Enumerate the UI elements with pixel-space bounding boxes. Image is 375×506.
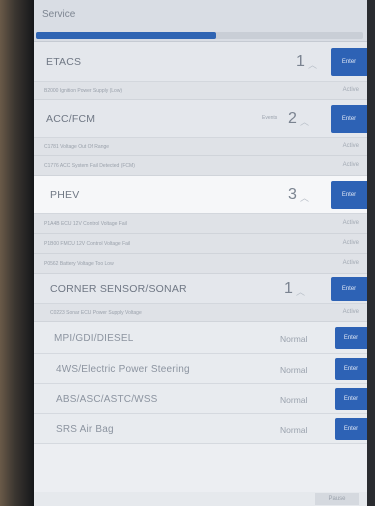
pause-button[interactable]: Pause: [315, 493, 359, 505]
enter-button-mpi[interactable]: Enter: [335, 327, 367, 349]
dtc-text: C1776 ACC System Fail Detected (FCM): [44, 163, 135, 169]
dtc-text: C1781 Voltage Out Of Range: [44, 144, 110, 150]
dtc-text: C0223 Sonar ECU Power Supply Voltage: [50, 310, 142, 316]
group-phev[interactable]: PHEV 3 ︿ Enter: [34, 176, 367, 214]
progress-fill: [36, 32, 216, 39]
system-status: Normal: [280, 395, 308, 405]
system-name: MPI/GDI/DIESEL: [54, 333, 134, 344]
enter-button-phev[interactable]: Enter: [331, 181, 367, 209]
dtc-row: P0562 Battery Voltage Too Low Active: [34, 254, 367, 274]
group-name: PHEV: [50, 189, 80, 201]
group-name: ACC/FCM: [46, 113, 96, 125]
dtc-state: Active: [342, 87, 359, 93]
enter-button-srs[interactable]: Enter: [335, 418, 367, 440]
dtc-state: Active: [342, 220, 359, 226]
group-name: ETACS: [46, 56, 82, 68]
dtc-state: Active: [342, 260, 359, 266]
dtc-count: 1: [296, 53, 305, 70]
dtc-state: Active: [342, 162, 359, 168]
dtc-count: 3: [288, 186, 297, 203]
group-corner-sensor[interactable]: CORNER SENSOR/SONAR 1 ︿ Enter: [34, 274, 367, 304]
dtc-text: B2000 Ignition Power Supply (Low): [44, 88, 123, 94]
chevron-up-icon: ︿: [300, 193, 310, 203]
dtc-text: P1A4B ECU 12V Control Voltage Fail: [44, 221, 127, 227]
system-status: Normal: [280, 365, 308, 375]
device-bezel-right: [367, 0, 375, 506]
footer-bar: Pause: [34, 492, 367, 506]
dtc-state: Active: [342, 143, 359, 149]
dtc-row: P1B00 FMCU 12V Control Voltage Fail Acti…: [34, 234, 367, 254]
dtc-count: 1: [284, 280, 293, 297]
dtc-state: Active: [342, 240, 359, 246]
system-row-abs[interactable]: ABS/ASC/ASTC/WSS Normal Enter: [34, 384, 367, 414]
dtc-text: P1B00 FMCU 12V Control Voltage Fail: [44, 241, 131, 247]
group-name: CORNER SENSOR/SONAR: [50, 283, 187, 295]
enter-button-eps[interactable]: Enter: [335, 358, 367, 380]
system-row-srs[interactable]: SRS Air Bag Normal Enter: [34, 414, 367, 444]
dtc-state: Active: [342, 309, 359, 315]
enter-button-abs[interactable]: Enter: [335, 388, 367, 410]
enter-button-etacs[interactable]: Enter: [331, 48, 367, 76]
group-meta: Events: [262, 115, 278, 121]
chevron-up-icon: ︿: [308, 60, 318, 70]
dtc-count: 2: [288, 110, 297, 127]
page-title: Service: [42, 9, 76, 20]
dtc-text: P0562 Battery Voltage Too Low: [44, 261, 114, 267]
dtc-row: C0223 Sonar ECU Power Supply Voltage Act…: [34, 304, 367, 322]
enter-button-corner-sensor[interactable]: Enter: [331, 277, 367, 301]
group-etacs[interactable]: ETACS 1 ︿ Enter: [34, 42, 367, 82]
system-status: Normal: [280, 425, 308, 435]
system-status: Normal: [280, 334, 308, 344]
system-name: SRS Air Bag: [56, 424, 114, 435]
device-bezel-left: [0, 0, 34, 506]
dtc-row: C1776 ACC System Fail Detected (FCM) Act…: [34, 156, 367, 176]
dtc-row: P1A4B ECU 12V Control Voltage Fail Activ…: [34, 214, 367, 234]
system-row-mpi[interactable]: MPI/GDI/DIESEL Normal Enter: [34, 322, 367, 354]
system-name: ABS/ASC/ASTC/WSS: [56, 394, 158, 405]
system-name: 4WS/Electric Power Steering: [56, 364, 190, 375]
group-acc-fcm[interactable]: ACC/FCM Events 2 ︿ Enter: [34, 100, 367, 138]
header: Service: [34, 0, 367, 42]
system-row-eps[interactable]: 4WS/Electric Power Steering Normal Enter: [34, 354, 367, 384]
progress-bar: [36, 32, 363, 39]
dtc-row: C1781 Voltage Out Of Range Active: [34, 138, 367, 156]
diagnostic-screen: Service ETACS 1 ︿ Enter B2000 Ignition P…: [34, 0, 367, 506]
chevron-up-icon: ︿: [300, 117, 310, 127]
enter-button-acc-fcm[interactable]: Enter: [331, 105, 367, 133]
chevron-up-icon: ︿: [296, 287, 306, 297]
dtc-row: B2000 Ignition Power Supply (Low) Active: [34, 82, 367, 100]
